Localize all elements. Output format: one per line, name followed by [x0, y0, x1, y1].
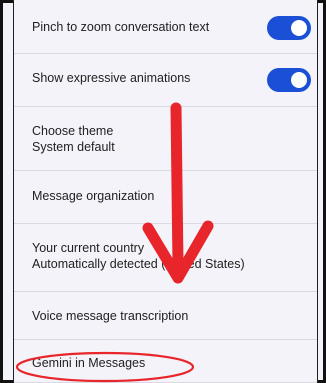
setting-choose-theme[interactable]: Choose theme System default: [14, 107, 317, 171]
setting-title: Gemini in Messages: [32, 356, 146, 370]
setting-expressive-animations[interactable]: Show expressive animations: [14, 54, 317, 107]
setting-title: Choose theme: [32, 124, 114, 138]
toggle-knob: [291, 72, 307, 88]
setting-subtitle: System default: [32, 140, 115, 154]
setting-message-organization[interactable]: Message organization: [14, 171, 317, 224]
setting-pinch-to-zoom[interactable]: Pinch to zoom conversation text: [14, 0, 317, 54]
setting-title: Voice message transcription: [32, 309, 189, 323]
setting-title: Your current country: [32, 241, 145, 255]
right-divider: [317, 0, 318, 383]
setting-gemini-in-messages[interactable]: Gemini in Messages: [14, 340, 317, 383]
pinch-to-zoom-toggle[interactable]: [267, 16, 311, 40]
setting-current-country[interactable]: Your current country Automatically detec…: [14, 224, 317, 292]
settings-list: Pinch to zoom conversation text Show exp…: [14, 0, 317, 383]
setting-title: Message organization: [32, 189, 155, 203]
setting-subtitle: Automatically detected (United States): [32, 257, 245, 271]
setting-voice-transcription[interactable]: Voice message transcription: [14, 292, 317, 340]
expressive-animations-toggle[interactable]: [267, 68, 311, 92]
toggle-knob: [291, 20, 307, 36]
